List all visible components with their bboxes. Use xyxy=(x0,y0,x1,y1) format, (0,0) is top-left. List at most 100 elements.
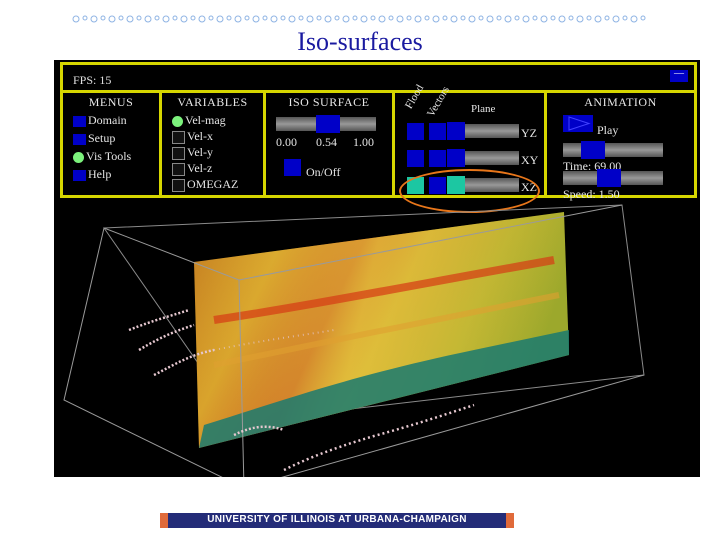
menus-title: MENUS xyxy=(88,95,134,109)
decorative-circle xyxy=(504,15,512,23)
decorative-circle xyxy=(342,15,350,23)
decorative-circle-border xyxy=(72,15,646,23)
decorative-circle xyxy=(612,15,620,23)
decorative-circle xyxy=(622,15,628,21)
decorative-circle xyxy=(306,15,314,23)
menu-button-icon xyxy=(73,169,86,181)
decorative-circle xyxy=(414,15,422,23)
slider-knob[interactable] xyxy=(447,149,465,167)
iso-surface-section: ISO SURFACE 0.00 0.54 1.00 On/Off xyxy=(266,93,392,195)
decorative-circle xyxy=(558,15,566,23)
xy-plane-slider[interactable] xyxy=(447,149,519,167)
variable-vel-y[interactable]: Vel-y xyxy=(172,145,213,160)
menu-button-icon xyxy=(73,115,86,127)
xy-flood-button[interactable] xyxy=(407,150,424,167)
minimize-button[interactable]: — xyxy=(670,69,688,82)
fps-counter: FPS: 15 xyxy=(73,73,112,87)
decorative-circle xyxy=(496,15,502,21)
radio-icon xyxy=(172,162,185,176)
decorative-circle xyxy=(604,15,610,21)
decorative-circle xyxy=(190,15,196,21)
decorative-circle xyxy=(532,15,538,21)
decorative-circle xyxy=(234,15,242,23)
iso-value-slider[interactable] xyxy=(276,115,376,133)
decorative-circle xyxy=(162,15,170,23)
xy-label: XY xyxy=(521,153,539,167)
decorative-circle xyxy=(172,15,178,21)
decorative-circle xyxy=(514,15,520,21)
decorative-circle xyxy=(378,15,386,23)
decorative-circle xyxy=(468,15,476,23)
decorative-circle xyxy=(360,15,368,23)
iso-max-label: 1.00 xyxy=(353,135,374,149)
decorative-circle xyxy=(522,15,530,23)
menu-item-domain[interactable]: Domain xyxy=(73,113,127,127)
radio-icon xyxy=(172,130,185,144)
decorative-circle xyxy=(262,15,268,21)
iso-toggle-label: On/Off xyxy=(306,165,341,179)
slider-knob[interactable] xyxy=(316,115,340,133)
yz-plane-slider[interactable] xyxy=(447,122,519,140)
time-slider[interactable] xyxy=(563,141,663,159)
play-button[interactable] xyxy=(563,115,593,132)
decorative-circle xyxy=(396,15,404,23)
decorative-circle xyxy=(352,15,358,21)
decorative-circle xyxy=(316,15,322,21)
decorative-circle xyxy=(334,15,340,21)
decorative-circle xyxy=(72,15,80,23)
menu-item-vis-tools[interactable]: Vis Tools xyxy=(73,149,131,163)
decorative-circle xyxy=(370,15,376,21)
decorative-circle xyxy=(478,15,484,21)
decorative-circle xyxy=(324,15,332,23)
variable-vel-mag[interactable]: Vel-mag xyxy=(172,113,226,127)
decorative-circle xyxy=(244,15,250,21)
control-panel: FPS: 15 — MENUS Domain Setup Vis Tools H… xyxy=(60,62,697,213)
variable-vel-z[interactable]: Vel-z xyxy=(172,161,212,176)
decorative-circle xyxy=(550,15,556,21)
variables-section: VARIABLES Vel-mag Vel-x Vel-y Vel-z OMEG… xyxy=(162,93,263,195)
yz-label: YZ xyxy=(521,126,537,140)
particle-trace xyxy=(128,308,190,332)
iso-value-label: 0.54 xyxy=(316,135,337,149)
decorative-circle xyxy=(118,15,124,21)
selected-indicator-icon xyxy=(172,115,183,127)
slider-knob[interactable] xyxy=(581,141,605,159)
decorative-circle xyxy=(450,15,458,23)
decorative-circle xyxy=(252,15,260,23)
decorative-circle xyxy=(630,15,638,23)
decorative-circle xyxy=(126,15,134,23)
menus-section: MENUS Domain Setup Vis Tools Help xyxy=(63,93,159,195)
play-icon xyxy=(568,116,591,131)
decorative-circle xyxy=(270,15,278,23)
menu-item-help[interactable]: Help xyxy=(73,167,111,181)
decorative-circle xyxy=(180,15,188,23)
decorative-circle xyxy=(136,15,142,21)
variable-vel-x[interactable]: Vel-x xyxy=(172,129,213,144)
menu-item-setup[interactable]: Setup xyxy=(73,131,115,145)
footer-text: UNIVERSITY OF ILLINOIS AT URBANA-CHAMPAI… xyxy=(207,514,467,525)
decorative-circle xyxy=(486,15,494,23)
menu-button-icon xyxy=(73,133,86,145)
xy-vectors-button[interactable] xyxy=(429,150,446,167)
decorative-circle xyxy=(100,15,106,21)
variable-omegaz[interactable]: OMEGAZ xyxy=(172,177,238,192)
decorative-circle xyxy=(154,15,160,21)
radio-icon xyxy=(172,178,185,192)
decorative-circle xyxy=(406,15,412,21)
decorative-circle xyxy=(298,15,304,21)
visualization-window: FPS: 15 — MENUS Domain Setup Vis Tools H… xyxy=(54,60,700,477)
speed-slider[interactable] xyxy=(563,169,663,187)
iso-toggle-button[interactable] xyxy=(284,159,301,176)
slider-knob[interactable] xyxy=(597,169,621,187)
yz-flood-button[interactable] xyxy=(407,123,424,140)
decorative-circle xyxy=(208,15,214,21)
yz-vectors-button[interactable] xyxy=(429,123,446,140)
slider-knob[interactable] xyxy=(447,122,465,140)
decorative-circle xyxy=(198,15,206,23)
selected-indicator-icon xyxy=(73,151,84,163)
decorative-circle xyxy=(442,15,448,21)
decorative-circle xyxy=(432,15,440,23)
animation-title: ANIMATION xyxy=(584,95,657,109)
flow-visualization-3d xyxy=(63,204,645,477)
iso-min-label: 0.00 xyxy=(276,135,297,149)
